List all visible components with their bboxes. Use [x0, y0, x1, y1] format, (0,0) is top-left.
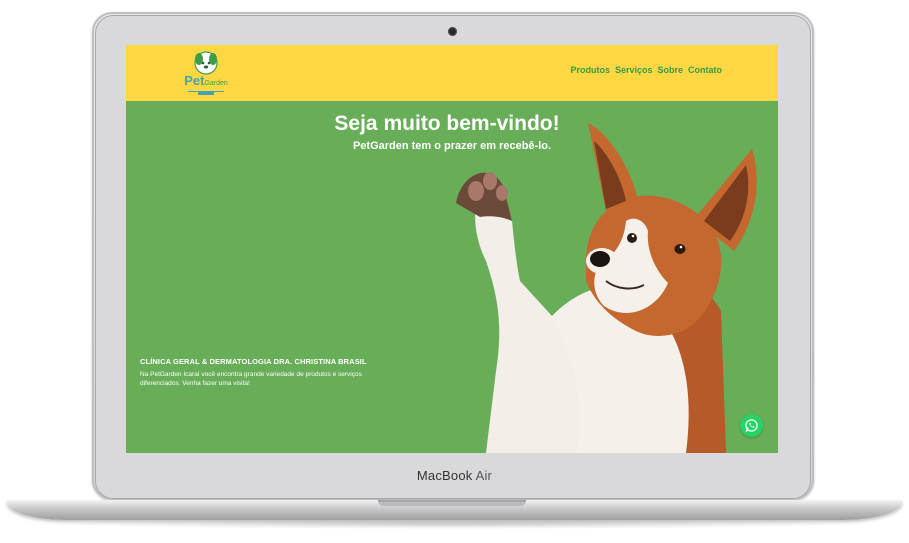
website-screen: PetGarden Produtos Serviços Sobre Contat… [126, 45, 778, 453]
device-label: MacBook Air [0, 468, 909, 483]
laptop-notch [378, 500, 526, 506]
whatsapp-icon [745, 419, 758, 432]
nav-servicos[interactable]: Serviços [615, 65, 653, 75]
whatsapp-button[interactable] [740, 414, 763, 437]
nav-produtos[interactable]: Produtos [570, 65, 610, 75]
laptop-shadow [40, 519, 869, 529]
nav-sobre[interactable]: Sobre [657, 65, 683, 75]
nav-contato[interactable]: Contato [688, 65, 722, 75]
site-logo[interactable]: PetGarden [182, 50, 230, 96]
clinic-description: Na PetGarden Icaraí você encontra grande… [140, 371, 362, 387]
logo-underline [188, 91, 224, 95]
dog-image [456, 123, 757, 453]
clinic-title: CLÍNICA GERAL & DERMATOLOGIA DRA. CHRIST… [140, 357, 367, 366]
logo-text-main: Pet [184, 73, 205, 88]
device-brand: MacBook [416, 468, 473, 483]
site-header: PetGarden Produtos Serviços Sobre Contat… [126, 45, 778, 101]
main-nav: Produtos Serviços Sobre Contato [570, 65, 722, 75]
logo-text-secondary: Garden [204, 80, 228, 87]
device-model: Air [475, 468, 493, 483]
camera [448, 27, 457, 36]
